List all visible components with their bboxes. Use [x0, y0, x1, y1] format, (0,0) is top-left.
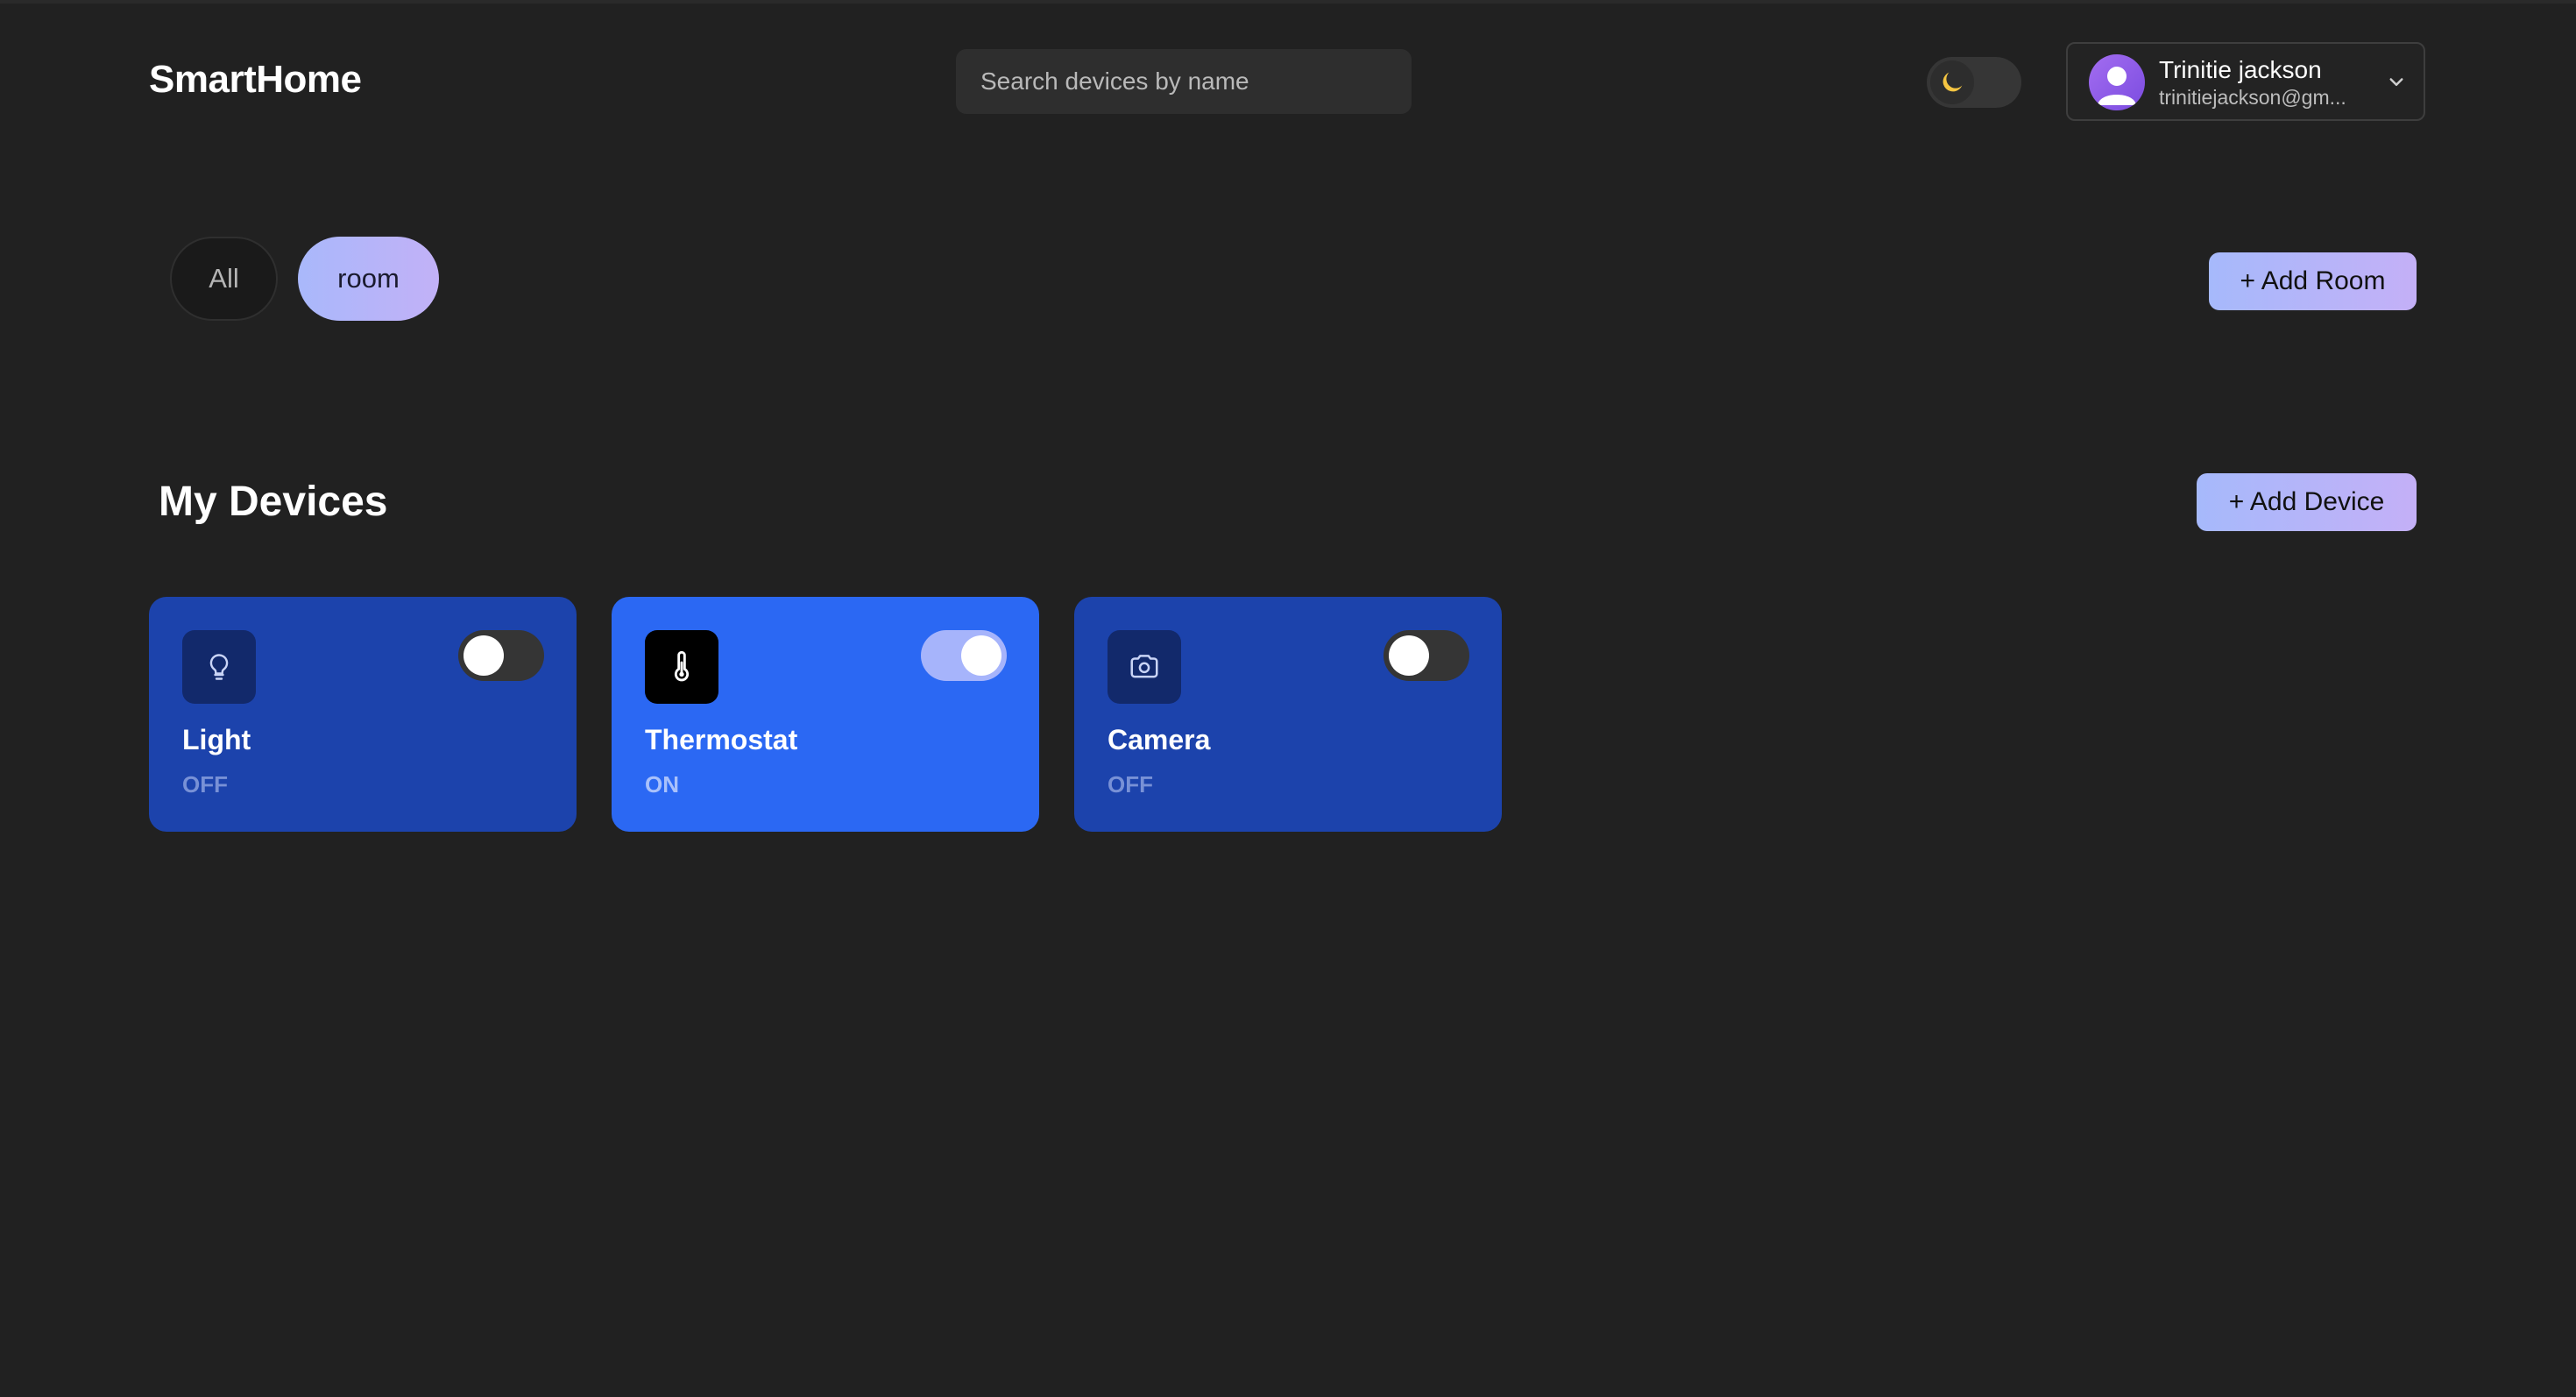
chevron-down-icon[interactable] — [2383, 68, 2410, 95]
toggle-knob — [961, 635, 1001, 676]
section-title: My Devices — [159, 479, 388, 525]
device-icon-box — [1108, 630, 1181, 704]
add-room-button[interactable]: + Add Room — [2209, 252, 2417, 310]
filter-room[interactable]: room — [298, 237, 439, 321]
device-name: Light — [182, 724, 251, 755]
app-logo-text[interactable]: SmartHome — [149, 58, 362, 102]
user-icon — [2098, 67, 2136, 105]
device-status: OFF — [1108, 771, 1153, 798]
theme-toggle[interactable] — [1927, 57, 2021, 108]
camera-icon — [1130, 655, 1158, 678]
moon-icon — [1943, 72, 1963, 92]
filter-all[interactable]: All — [170, 237, 278, 321]
device-toggle-thermostat[interactable] — [921, 630, 1007, 681]
thermometer-icon — [674, 651, 690, 682]
device-card-camera[interactable]: Camera OFF — [1074, 597, 1502, 832]
user-name: Trinitie jackson — [2159, 56, 2322, 83]
user-menu[interactable]: Trinitie jackson trinitiejackson@gm... — [2066, 42, 2425, 121]
device-toggle-camera[interactable] — [1384, 630, 1469, 681]
toggle-knob — [1389, 635, 1429, 676]
device-name: Camera — [1108, 724, 1211, 755]
add-device-button[interactable]: + Add Device — [2197, 473, 2417, 531]
user-email: trinitiejackson@gm... — [2159, 86, 2346, 109]
device-icon-box — [645, 630, 718, 704]
avatar — [2089, 54, 2145, 110]
device-toggle-light[interactable] — [458, 630, 544, 681]
search-input[interactable] — [956, 49, 1412, 114]
theme-toggle-knob — [1930, 60, 1974, 104]
device-name: Thermostat — [645, 724, 798, 755]
lightbulb-icon — [209, 654, 229, 680]
device-status: OFF — [182, 771, 228, 798]
device-status: ON — [645, 771, 679, 798]
device-icon-box — [182, 630, 256, 704]
toggle-knob — [464, 635, 504, 676]
device-card-thermostat[interactable]: Thermostat ON — [612, 597, 1039, 832]
top-border — [0, 0, 2576, 4]
device-card-light[interactable]: Light OFF — [149, 597, 577, 832]
